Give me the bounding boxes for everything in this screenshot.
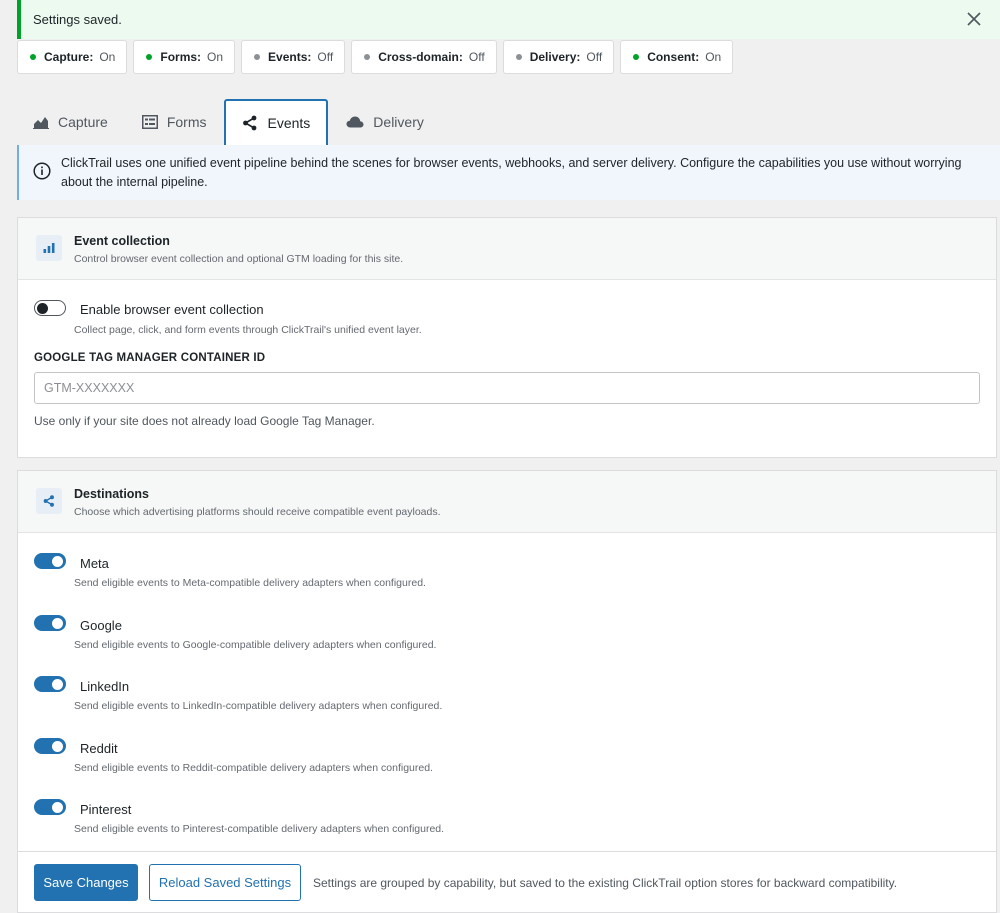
settings-footer: Save Changes Reload Saved Settings Setti…: [17, 851, 997, 913]
destination-description: Send eligible events to Meta-compatible …: [74, 577, 426, 589]
tab-forms[interactable]: Forms: [126, 99, 223, 145]
notice-text: Settings saved.: [33, 12, 122, 27]
card-subtitle: Control browser event collection and opt…: [74, 253, 404, 265]
status-pill-state: Off: [468, 50, 485, 64]
form-icon: [141, 115, 158, 129]
tab-events[interactable]: Events: [224, 99, 329, 145]
status-pill-name: Delivery:: [529, 50, 581, 64]
gtm-container-id-input[interactable]: [34, 372, 980, 404]
destination-label: LinkedIn: [80, 679, 130, 694]
tab-label: Delivery: [373, 114, 424, 130]
status-pill-name: Forms:: [160, 50, 202, 64]
status-dot: [254, 54, 261, 60]
chart-area-icon: [33, 117, 49, 129]
destination-label: Pinterest: [80, 802, 132, 817]
save-changes-button[interactable]: Save Changes: [34, 864, 138, 901]
destination-description: Send eligible events to Google-compatibl…: [74, 639, 437, 651]
gtm-help-text: Use only if your site does not already l…: [34, 414, 375, 428]
cloud-icon: [346, 116, 364, 128]
reload-saved-settings-button[interactable]: Reload Saved Settings: [149, 864, 301, 901]
tab-label: Events: [267, 115, 311, 131]
status-pill-state: On: [207, 50, 224, 64]
tab-label: Capture: [58, 114, 108, 130]
status-dot: [633, 54, 640, 60]
destination-toggle-reddit[interactable]: [34, 738, 66, 754]
destination-toggle-pinterest[interactable]: [34, 799, 66, 815]
status-pill-state: On: [99, 50, 116, 64]
status-pill-forms: Forms: On: [133, 40, 236, 74]
card-title: Destinations: [74, 487, 150, 501]
status-dot: [515, 54, 522, 60]
status-pills: Capture: On Forms: On Events: Off Cross-…: [17, 40, 734, 74]
info-icon: [33, 162, 51, 186]
destination-toggle-linkedin[interactable]: [34, 676, 66, 692]
status-dot: [364, 54, 371, 60]
destination-description: Send eligible events to LinkedIn-compati…: [74, 700, 443, 712]
settings-saved-notice: Settings saved.: [17, 0, 1000, 39]
destinations-card: Destinations Choose which advertising pl…: [17, 470, 997, 852]
info-text: ClickTrail uses one unified event pipeli…: [61, 156, 962, 189]
toggle-description: Collect page, click, and form events thr…: [74, 324, 422, 336]
destination-toggle-meta[interactable]: [34, 553, 66, 569]
status-pill-events: Events: Off: [241, 40, 346, 74]
status-pill-name: Cross-domain:: [378, 50, 463, 64]
status-pill-name: Consent:: [647, 50, 700, 64]
status-pill-name: Capture:: [44, 50, 94, 64]
browser-event-collection-toggle[interactable]: [34, 300, 66, 316]
tab-capture[interactable]: Capture: [17, 99, 124, 145]
status-pill-state: Off: [317, 50, 334, 64]
toggle-label: Enable browser event collection: [80, 302, 264, 317]
close-icon[interactable]: [964, 9, 984, 29]
status-pill-capture: Capture: On: [17, 40, 128, 74]
share-icon: [36, 488, 62, 514]
pipeline-info-box: ClickTrail uses one unified event pipeli…: [17, 145, 1000, 200]
status-pill-consent: Consent: On: [620, 40, 734, 74]
tab-label: Forms: [166, 114, 207, 130]
destination-label: Meta: [80, 556, 109, 571]
destination-toggle-google[interactable]: [34, 615, 66, 631]
destination-description: Send eligible events to Pinterest-compat…: [74, 823, 445, 835]
settings-tabs: Capture Forms Events Delivery: [17, 99, 442, 145]
status-pill-state: On: [705, 50, 722, 64]
status-pill-state: Off: [586, 50, 603, 64]
status-dot: [30, 54, 36, 60]
card-header: Destinations Choose which advertising pl…: [18, 471, 996, 533]
footer-note: Settings are grouped by capability, but …: [313, 876, 898, 890]
destination-description: Send eligible events to Reddit-compatibl…: [74, 762, 433, 774]
status-pill-delivery: Delivery: Off: [502, 40, 615, 74]
status-pill-cross-domain: Cross-domain: Off: [351, 40, 497, 74]
card-header: Event collection Control browser event c…: [18, 218, 996, 280]
share-icon: [243, 115, 257, 131]
event-collection-card: Event collection Control browser event c…: [17, 217, 997, 458]
destination-label: Google: [80, 618, 122, 633]
status-dot: [146, 54, 153, 60]
bar-chart-icon: [36, 235, 62, 261]
card-title: Event collection: [74, 234, 170, 248]
destination-label: Reddit: [80, 741, 118, 756]
status-pill-name: Events:: [268, 50, 312, 64]
gtm-container-id-label: GOOGLE TAG MANAGER CONTAINER ID: [34, 352, 266, 364]
card-subtitle: Choose which advertising platforms shoul…: [74, 506, 441, 518]
tab-delivery[interactable]: Delivery: [330, 99, 440, 145]
